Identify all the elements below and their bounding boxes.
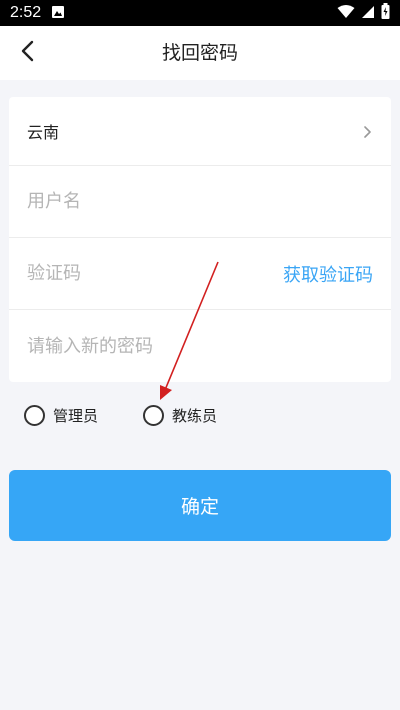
signal-icon [361,4,375,23]
screen: 2:52 找回密码 云南 用户名 验证码 获取验证码 管理员 教练员 确定 [0,0,400,710]
image-icon [51,4,65,23]
region-value: 云南 [27,123,60,142]
role-option-admin[interactable]: 管理员 [24,405,98,426]
header: 找回密码 [0,26,400,80]
get-code-button[interactable]: 获取验证码 [283,261,373,287]
wifi-icon [337,4,355,23]
status-time: 2:52 [10,4,42,21]
new-password-input[interactable] [27,335,373,357]
status-bar: 2:52 [0,0,400,26]
radio-circle-icon [143,405,165,426]
username-input[interactable] [27,191,373,212]
chevron-right-icon [363,124,373,138]
role-label-coach: 教练员 [172,407,218,425]
back-arrow-icon [20,40,34,66]
role-label-admin: 管理员 [53,407,99,425]
username-row [9,166,391,238]
confirm-button[interactable]: 确定 [9,470,391,541]
status-icons [337,3,390,23]
new-password-row [9,310,391,382]
verification-code-row: 获取验证码 [9,238,391,310]
form-card: 云南 获取验证码 [9,97,391,382]
region-selector[interactable]: 云南 [9,97,391,166]
battery-icon [381,3,390,23]
role-option-coach[interactable]: 教练员 [143,405,217,426]
page-title: 找回密码 [161,42,238,64]
radio-circle-icon [24,405,45,426]
back-button[interactable] [12,38,42,68]
verification-code-input[interactable] [27,263,283,284]
role-radio-group: 管理员 教练员 [24,405,217,426]
